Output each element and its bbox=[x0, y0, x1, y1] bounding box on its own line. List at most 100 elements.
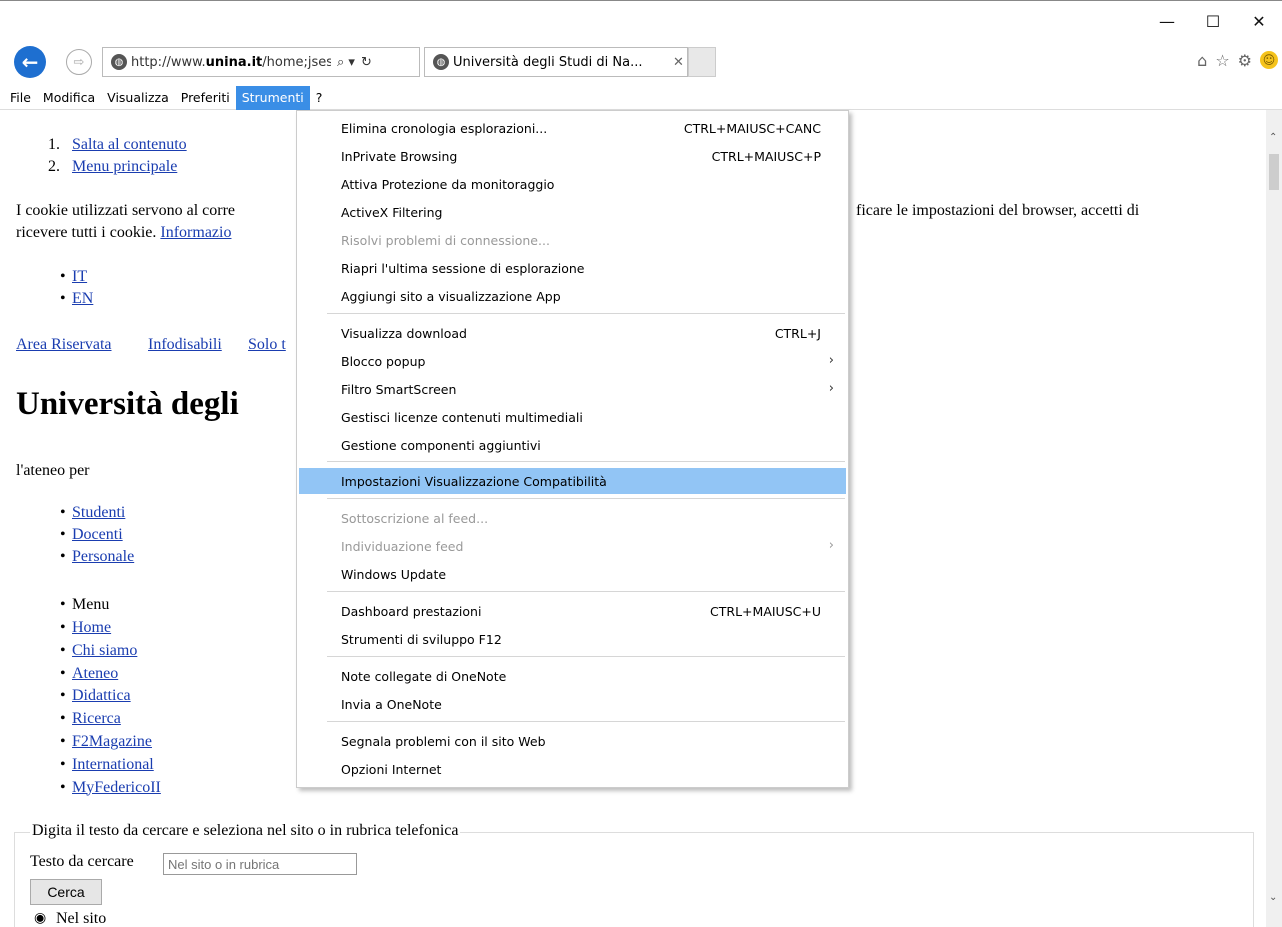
tools-menu-item[interactable]: Aggiungi sito a visualizzazione App bbox=[297, 283, 848, 311]
tools-menu-shortcut: CTRL+MAIUSC+P bbox=[711, 149, 821, 164]
menu-link[interactable]: F2Magazine bbox=[72, 733, 152, 751]
tools-menu-item-label: Filtro SmartScreen bbox=[341, 382, 457, 397]
search-dropdown-icon[interactable]: ⌕ ▾ bbox=[337, 55, 355, 70]
main-menu-link[interactable]: Menu principale bbox=[72, 158, 177, 176]
scroll-up-icon[interactable]: ⌃ bbox=[1269, 132, 1277, 143]
skip-to-content-link[interactable]: Salta al contenuto bbox=[72, 136, 187, 154]
tools-menu-item[interactable]: Strumenti di sviluppo F12 bbox=[297, 626, 848, 654]
tools-menu-item[interactable]: Note collegate di OneNote bbox=[297, 663, 848, 691]
lang-it-link[interactable]: IT bbox=[72, 268, 87, 286]
radio-selected-icon[interactable]: ◉ bbox=[34, 910, 46, 927]
tools-menu-item[interactable]: Opzioni Internet bbox=[297, 756, 848, 784]
menu-file[interactable]: File bbox=[4, 86, 37, 110]
tools-menu-item-label: Aggiungi sito a visualizzazione App bbox=[341, 289, 561, 304]
minimize-button[interactable]: — bbox=[1144, 7, 1190, 35]
audience-link-teachers[interactable]: Docenti bbox=[72, 526, 123, 544]
browser-titlebar: — ☐ ✕ ← ⇨ ◍ http://www.unina.it/home;jse… bbox=[0, 0, 1282, 86]
maximize-button[interactable]: ☐ bbox=[1190, 7, 1236, 35]
tools-menu-item-label: Sottoscrizione al feed... bbox=[341, 511, 489, 526]
favorites-star-icon[interactable]: ☆ bbox=[1215, 51, 1229, 70]
bullet: • bbox=[60, 619, 66, 636]
menu-separator bbox=[327, 591, 845, 592]
tools-menu-item[interactable]: Filtro SmartScreen › bbox=[297, 376, 848, 404]
menu-view[interactable]: Visualizza bbox=[101, 86, 175, 110]
tools-menu-item[interactable]: Invia a OneNote bbox=[297, 691, 848, 719]
tools-menu-item-label: Attiva Protezione da monitoraggio bbox=[341, 177, 555, 192]
address-bar[interactable]: ◍ http://www.unina.it/home;jsess ⌕ ▾ ↻ bbox=[102, 47, 420, 77]
tools-menu-item-label: Gestisci licenze contenuti multimediali bbox=[341, 410, 583, 425]
scroll-down-icon[interactable]: ⌄ bbox=[1269, 892, 1277, 903]
menu-edit[interactable]: Modifica bbox=[37, 86, 101, 110]
bullet: • bbox=[60, 268, 66, 285]
bullet: • bbox=[60, 526, 66, 543]
menu-tools[interactable]: Strumenti bbox=[235, 85, 310, 110]
tools-menu-item[interactable]: InPrivate Browsing CTRL+MAIUSC+P bbox=[297, 143, 848, 171]
tools-menu-item-label: Invia a OneNote bbox=[341, 697, 442, 712]
tab-title: Università degli Studi di Na... bbox=[453, 54, 643, 70]
menu-favorites[interactable]: Preferiti bbox=[175, 86, 236, 110]
tab-unina[interactable]: ◍ Università degli Studi di Na... ✕ bbox=[424, 47, 688, 77]
audience-link-staff[interactable]: Personale bbox=[72, 548, 134, 566]
menu-help[interactable]: ? bbox=[310, 86, 329, 110]
tools-menu-item[interactable]: Riapri l'ultima sessione di esplorazione bbox=[297, 255, 848, 283]
menu-separator bbox=[327, 656, 845, 657]
settings-gear-icon[interactable]: ⚙ bbox=[1238, 51, 1252, 70]
tab-close-icon[interactable]: ✕ bbox=[673, 55, 684, 70]
tools-menu-item[interactable]: Elimina cronologia esplorazioni... CTRL+M… bbox=[297, 115, 848, 143]
tools-menu-item[interactable]: Impostazioni Visualizzazione Compatibili… bbox=[299, 468, 846, 494]
infodisabili-link[interactable]: Infodisabili bbox=[148, 336, 222, 354]
solo-testo-link[interactable]: Solo t bbox=[248, 336, 286, 354]
menu-bar: File Modifica Visualizza Preferiti Strum… bbox=[0, 85, 1282, 110]
menu-separator bbox=[327, 313, 845, 314]
url-text[interactable]: http://www.unina.it/home;jsess bbox=[131, 55, 331, 70]
menu-link[interactable]: MyFedericoII bbox=[72, 779, 161, 797]
new-tab-button[interactable] bbox=[688, 47, 716, 77]
tools-menu-item[interactable]: Dashboard prestazioni CTRL+MAIUSC+U bbox=[297, 598, 848, 626]
tools-menu-item[interactable]: ActiveX Filtering bbox=[297, 199, 848, 227]
bullet: • bbox=[60, 778, 66, 796]
refresh-icon[interactable]: ↻ bbox=[361, 55, 372, 70]
cookie-info-link[interactable]: Informazio bbox=[160, 224, 231, 241]
tools-menu-item[interactable]: Attiva Protezione da monitoraggio bbox=[297, 171, 848, 199]
scroll-thumb[interactable] bbox=[1269, 154, 1279, 190]
search-legend: Digita il testo da cercare e seleziona n… bbox=[30, 822, 461, 840]
tools-menu-item[interactable]: Gestione componenti aggiuntivi bbox=[297, 432, 848, 460]
menu-link[interactable]: International bbox=[72, 756, 154, 774]
forward-arrow-icon: ⇨ bbox=[73, 54, 85, 70]
tools-menu-item[interactable]: Blocco popup › bbox=[297, 348, 848, 376]
tools-menu-item[interactable]: Windows Update bbox=[297, 561, 848, 589]
tools-menu-shortcut: CTRL+MAIUSC+U bbox=[710, 604, 821, 619]
tools-menu-item-label: Segnala problemi con il sito Web bbox=[341, 734, 546, 749]
menu-link[interactable]: Ateneo bbox=[72, 665, 118, 683]
list-number: 2. bbox=[48, 158, 60, 175]
menu-separator bbox=[327, 721, 845, 722]
audience-link-students[interactable]: Studenti bbox=[72, 504, 125, 522]
tools-menu-item[interactable]: Visualizza download CTRL+J bbox=[297, 320, 848, 348]
tools-menu-item[interactable]: Segnala problemi con il sito Web bbox=[297, 728, 848, 756]
tools-menu-item-label: Dashboard prestazioni bbox=[341, 604, 482, 619]
feedback-smiley-icon[interactable]: ☺ bbox=[1260, 51, 1278, 69]
home-icon[interactable]: ⌂ bbox=[1197, 51, 1207, 70]
cookie-notice-text: I cookie utilizzati servono al corre bbox=[16, 202, 236, 219]
tools-menu-item-label: Impostazioni Visualizzazione Compatibili… bbox=[341, 474, 607, 489]
radio-label-site: Nel sito bbox=[56, 910, 107, 927]
menu-link[interactable]: Chi siamo bbox=[72, 642, 137, 660]
back-button[interactable]: ← bbox=[14, 46, 46, 78]
close-button[interactable]: ✕ bbox=[1236, 7, 1282, 35]
tools-menu-item-label: Gestione componenti aggiuntivi bbox=[341, 438, 541, 453]
lang-en-link[interactable]: EN bbox=[72, 290, 93, 308]
search-label: Testo da cercare bbox=[30, 853, 134, 870]
tools-menu-item[interactable]: Gestisci licenze contenuti multimediali bbox=[297, 404, 848, 432]
menu-link[interactable]: Didattica bbox=[72, 687, 131, 705]
search-input[interactable] bbox=[163, 853, 357, 875]
menu-link[interactable]: Home bbox=[72, 619, 111, 637]
menu-link[interactable]: Ricerca bbox=[72, 710, 121, 728]
area-riservata-link[interactable]: Area Riservata bbox=[16, 336, 112, 354]
search-button[interactable]: Cerca bbox=[30, 879, 102, 905]
forward-button[interactable]: ⇨ bbox=[66, 49, 92, 75]
bullet: • bbox=[60, 687, 66, 705]
cookie-notice-line2: ricevere tutti i cookie. Informazio bbox=[16, 224, 232, 241]
vertical-scrollbar[interactable]: ⌃ ⌄ bbox=[1266, 110, 1282, 927]
tab-favicon-icon: ◍ bbox=[433, 54, 449, 70]
site-globe-icon: ◍ bbox=[111, 54, 127, 70]
